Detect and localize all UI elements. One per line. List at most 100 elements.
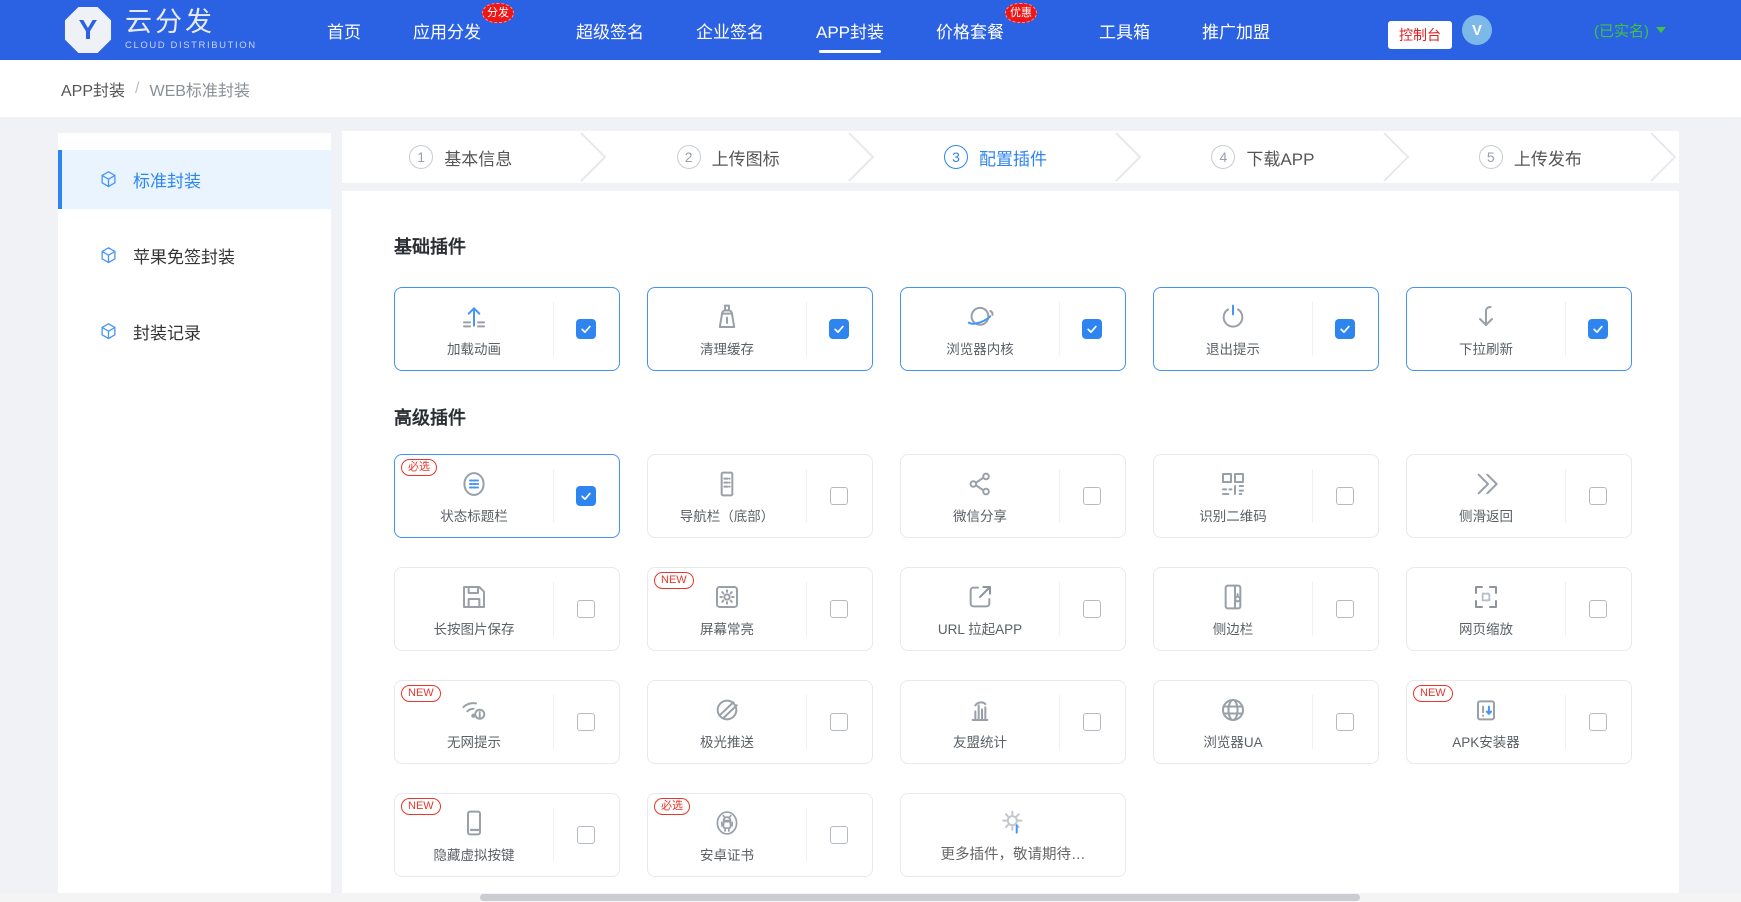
sidebar-item-packaging-records[interactable]: 封装记录 <box>58 302 331 361</box>
plugin-card-clear-cache[interactable]: 清理缓存 <box>647 287 873 371</box>
nav-item-pricing[interactable]: 价格套餐 优惠 <box>936 0 1038 60</box>
chevron-right-icon <box>580 132 607 182</box>
plugin-card-android-cert[interactable]: 必选 安卓证书 <box>647 793 873 877</box>
plugin-card-jpush[interactable]: 极光推送 <box>647 680 873 764</box>
save-image-icon <box>458 581 490 613</box>
sidebar-item-standard-packaging[interactable]: 标准封装 <box>58 150 331 209</box>
step-label: 上传发布 <box>1513 149 1582 169</box>
plugin-checkbox[interactable] <box>576 486 596 506</box>
plugin-checkbox[interactable] <box>1336 487 1354 505</box>
verified-dropdown[interactable]: (已实名) <box>1594 0 1666 60</box>
divider <box>806 695 807 749</box>
plugin-checkbox[interactable] <box>1589 487 1607 505</box>
nav-item-toolbox[interactable]: 工具箱 <box>1099 0 1150 60</box>
no-network-icon <box>458 694 490 726</box>
plugin-checkbox[interactable] <box>576 319 596 339</box>
step-configure-plugins[interactable]: 3 配置插件 <box>877 145 1114 170</box>
plugin-checkbox[interactable] <box>1588 319 1608 339</box>
apk-installer-icon <box>1470 694 1502 726</box>
plugin-card-side-panel[interactable]: 侧边栏 <box>1153 567 1379 651</box>
step-label: 配置插件 <box>979 149 1048 169</box>
plugin-card-browser-ua[interactable]: 浏览器UA <box>1153 680 1379 764</box>
plugin-card-page-zoom[interactable]: 网页缩放 <box>1406 567 1632 651</box>
plugin-card-umeng-stats[interactable]: 友盟统计 <box>900 680 1126 764</box>
logo[interactable]: Y 云分发 CLOUD DISTRIBUTION <box>64 6 257 54</box>
plugin-checkbox[interactable] <box>830 713 848 731</box>
plugin-card-apk-installer[interactable]: NEW APK安装器 <box>1406 680 1632 764</box>
chevron-right-icon <box>848 132 875 182</box>
plugin-checkbox[interactable] <box>830 826 848 844</box>
step-upload-publish[interactable]: 5 上传发布 <box>1412 145 1649 170</box>
plugin-checkbox[interactable] <box>577 826 595 844</box>
plugin-config-panel: 基础插件 加载动画 清理缓存 浏览器内核 退出提示 下拉刷新 高级插件 必选 状… <box>342 191 1679 902</box>
page-zoom-icon <box>1470 581 1502 613</box>
plugin-checkbox[interactable] <box>577 600 595 618</box>
plugin-card-wechat-share[interactable]: 微信分享 <box>900 454 1126 538</box>
divider <box>1312 469 1313 523</box>
nav-item-promotion[interactable]: 推广加盟 <box>1202 0 1270 60</box>
horizontal-scrollbar-track <box>0 893 1741 902</box>
plugin-checkbox[interactable] <box>829 319 849 339</box>
breadcrumb-app-packaging[interactable]: APP封装 <box>61 77 125 101</box>
discount-badge: 优惠 <box>1005 3 1038 23</box>
divider <box>806 808 807 862</box>
horizontal-scrollbar-thumb[interactable] <box>480 894 1360 901</box>
hide-virtual-keys-icon <box>458 807 490 839</box>
browser-ua-icon <box>1217 694 1249 726</box>
loading-animation-icon <box>458 301 490 333</box>
nav-item-enterprise-sign[interactable]: 企业签名 <box>696 0 764 60</box>
plugin-checkbox[interactable] <box>830 487 848 505</box>
plugin-checkbox[interactable] <box>1589 600 1607 618</box>
plugin-card-loading-animation[interactable]: 加载动画 <box>394 287 620 371</box>
plugin-card-browser-core[interactable]: 浏览器内核 <box>900 287 1126 371</box>
plugin-card-exit-prompt[interactable]: 退出提示 <box>1153 287 1379 371</box>
divider <box>1565 695 1566 749</box>
plugin-card-pull-refresh[interactable]: 下拉刷新 <box>1406 287 1632 371</box>
clear-cache-icon <box>711 301 743 333</box>
plugin-card-more-coming-soon: 更多插件，敬请期待… <box>900 793 1126 877</box>
cube-icon <box>98 245 119 266</box>
plugin-checkbox[interactable] <box>577 713 595 731</box>
nav-item-app-distribution[interactable]: 应用分发 分发 <box>413 0 514 60</box>
step-download-app[interactable]: 4 下载APP <box>1144 145 1381 170</box>
avatar[interactable]: V <box>1462 15 1492 45</box>
divider <box>553 469 554 523</box>
advanced-plugins-grid: 必选 状态标题栏 导航栏（底部） 微信分享 识别二维码 侧滑返回 长按图片保存 … <box>394 454 1632 877</box>
nav-item-app-packaging[interactable]: APP封装 <box>816 0 884 60</box>
swipe-back-icon <box>1470 468 1502 500</box>
step-upload-icon[interactable]: 2 上传图标 <box>609 145 846 170</box>
qr-scan-icon <box>1217 468 1249 500</box>
plugin-checkbox[interactable] <box>1336 713 1354 731</box>
plugin-checkbox[interactable] <box>1589 713 1607 731</box>
plugin-checkbox[interactable] <box>1083 487 1101 505</box>
plugin-checkbox[interactable] <box>1083 600 1101 618</box>
plugin-card-status-title-bar[interactable]: 必选 状态标题栏 <box>394 454 620 538</box>
plugin-checkbox[interactable] <box>1336 600 1354 618</box>
nav-item-super-sign[interactable]: 超级签名 <box>576 0 644 60</box>
plugin-card-qr-recognition[interactable]: 识别二维码 <box>1153 454 1379 538</box>
plugin-card-url-launch-app[interactable]: URL 拉起APP <box>900 567 1126 651</box>
plugin-checkbox[interactable] <box>830 600 848 618</box>
plugin-checkbox[interactable] <box>1082 319 1102 339</box>
plugin-card-longpress-save-image[interactable]: 长按图片保存 <box>394 567 620 651</box>
divider <box>1059 695 1060 749</box>
nav-item-home[interactable]: 首页 <box>327 0 361 60</box>
new-badge: NEW <box>401 798 441 815</box>
plugin-card-no-network-tip[interactable]: NEW 无网提示 <box>394 680 620 764</box>
advanced-plugins-title: 高级插件 <box>394 408 466 428</box>
divider <box>1312 695 1313 749</box>
plugin-card-hide-virtual-keys[interactable]: NEW 隐藏虚拟按键 <box>394 793 620 877</box>
nav-menu: 首页 应用分发 分发 超级签名 企业签名 APP封装 价格套餐 优惠 工具箱 推… <box>327 0 1270 60</box>
step-basic-info[interactable]: 1 基本信息 <box>342 145 579 170</box>
sidebar: 标准封装 苹果免签封装 封装记录 <box>58 133 331 902</box>
plugin-label: 隐藏虚拟按键 <box>433 847 515 863</box>
required-badge: 必选 <box>401 459 437 476</box>
plugin-checkbox[interactable] <box>1083 713 1101 731</box>
plugin-card-keep-screen-on[interactable]: NEW 屏幕常亮 <box>647 567 873 651</box>
sidebar-item-ios-signfree-packaging[interactable]: 苹果免签封装 <box>58 226 331 285</box>
plugin-card-bottom-navbar[interactable]: 导航栏（底部） <box>647 454 873 538</box>
plugin-card-swipe-back[interactable]: 侧滑返回 <box>1406 454 1632 538</box>
step-label: 下载APP <box>1246 149 1315 169</box>
plugin-checkbox[interactable] <box>1335 319 1355 339</box>
console-button[interactable]: 控制台 <box>1388 21 1452 49</box>
